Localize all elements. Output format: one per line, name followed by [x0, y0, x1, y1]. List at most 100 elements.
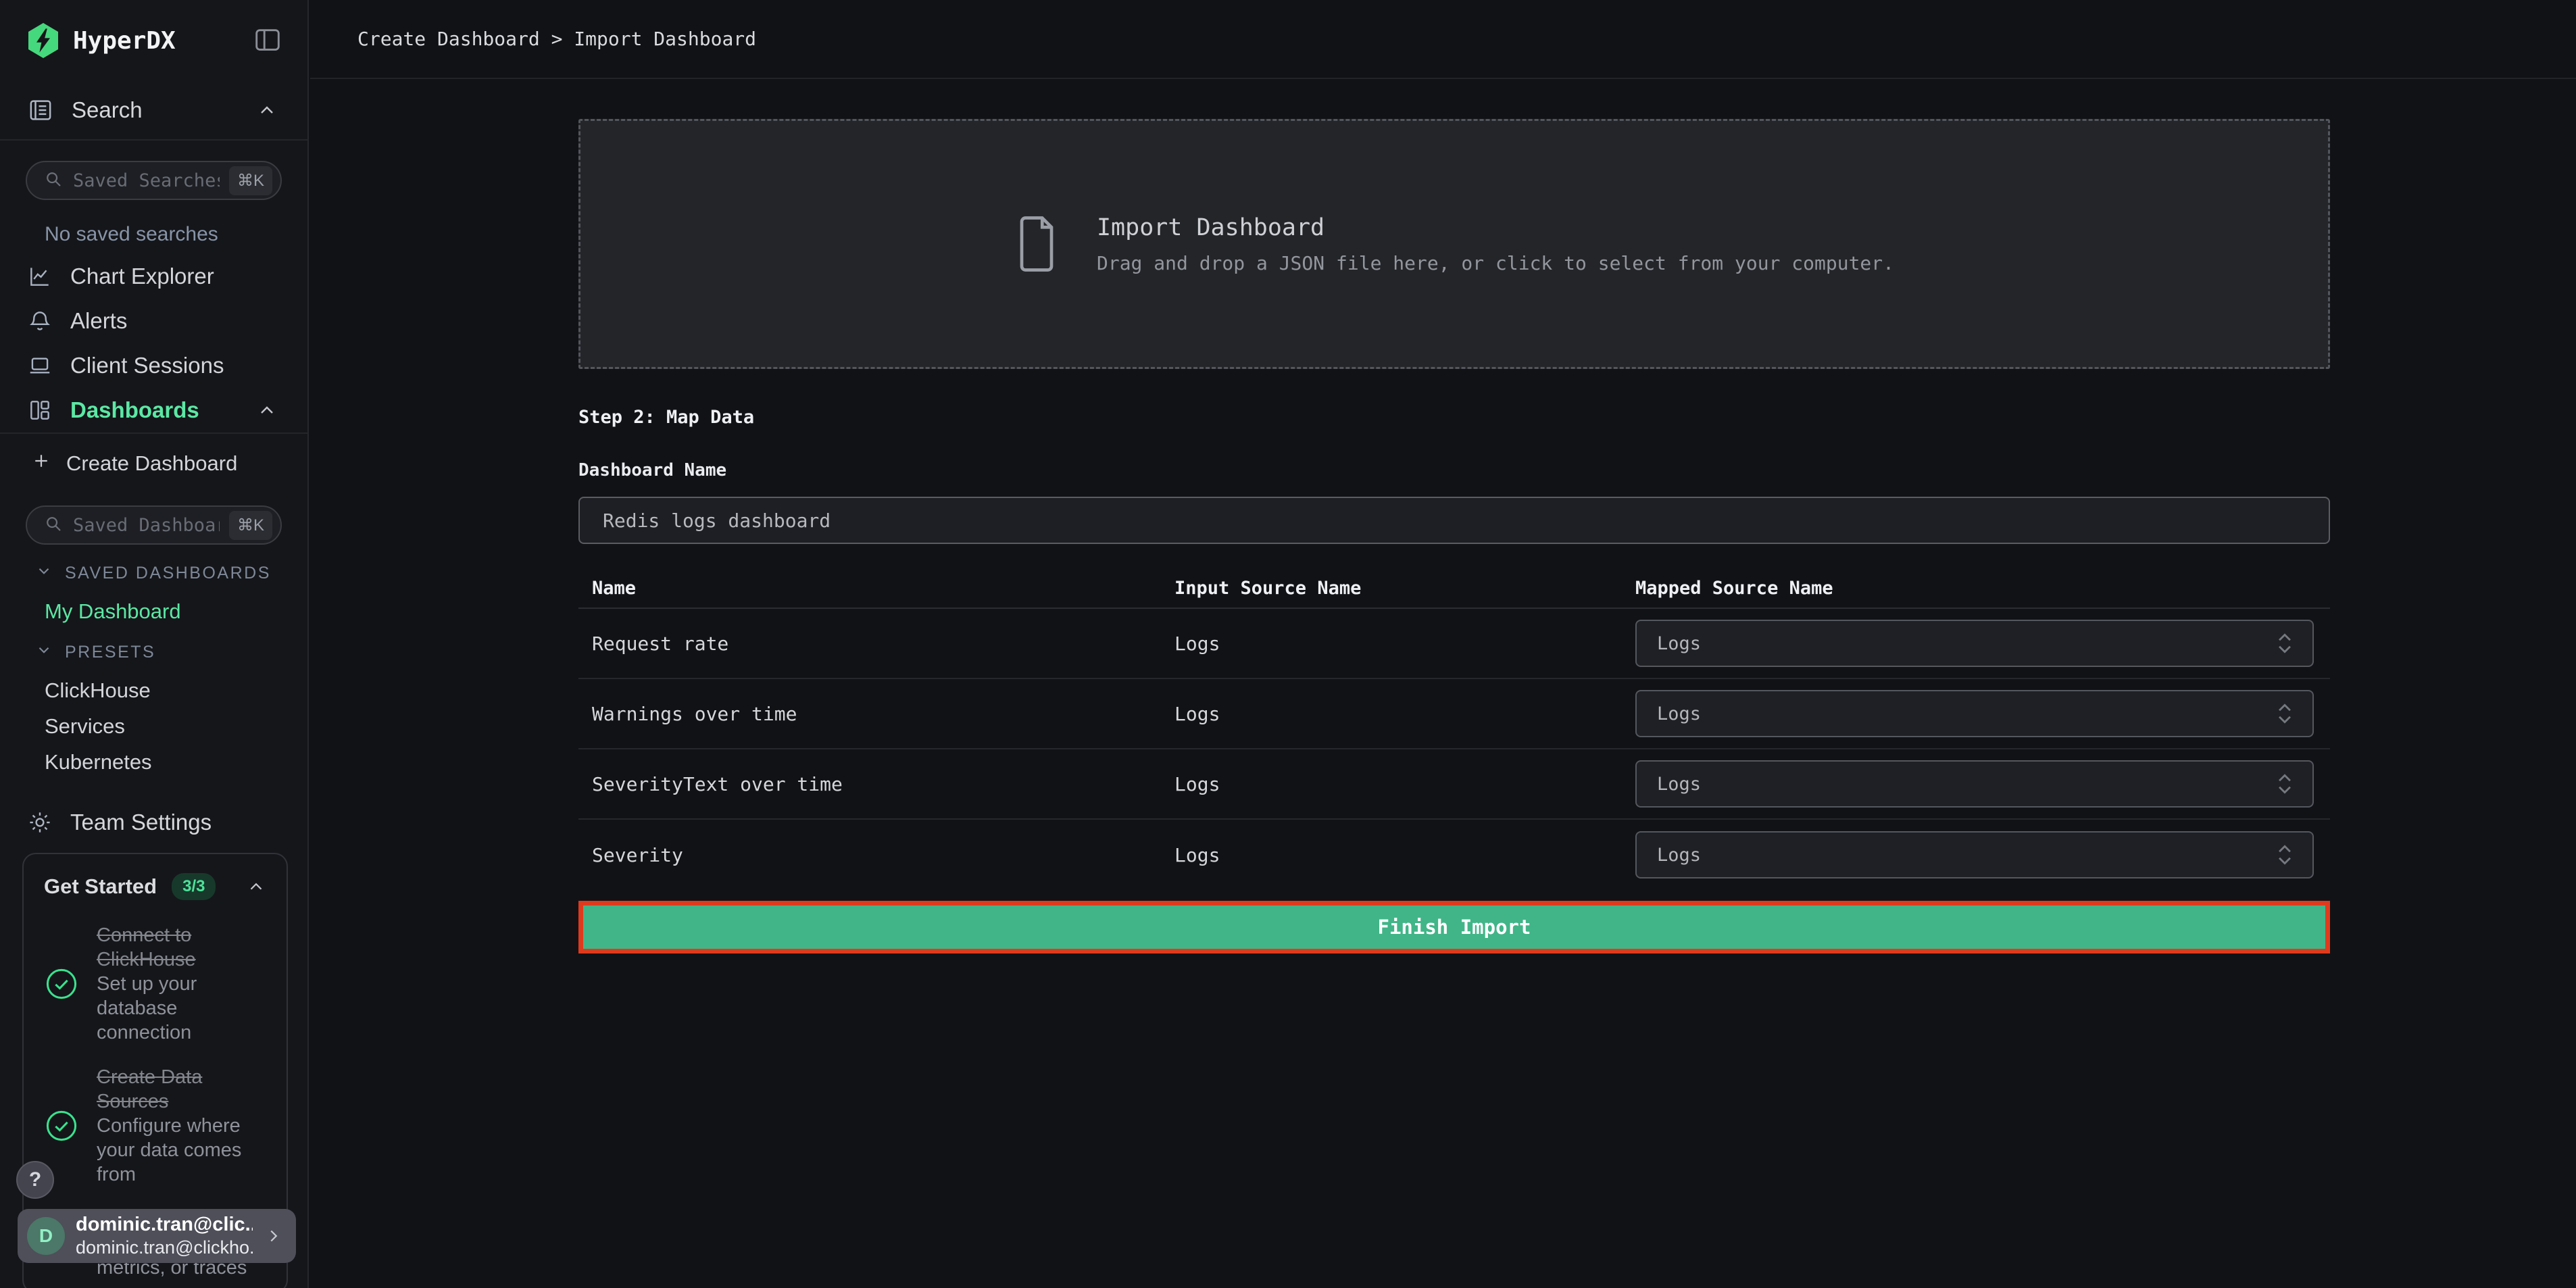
select-chevrons-icon — [2276, 771, 2294, 797]
sidebar-item-kubernetes[interactable]: Kubernetes — [45, 750, 307, 774]
no-saved-searches-text: No saved searches — [45, 223, 307, 246]
dashboard-name-input[interactable] — [578, 497, 2330, 544]
check-circle-icon — [44, 1108, 79, 1143]
get-started-item-title: Create Data Sources — [97, 1066, 202, 1112]
sidebar-item-my-dashboard[interactable]: My Dashboard — [45, 599, 307, 624]
sidebar-collapse-button[interactable] — [252, 24, 283, 57]
presets-heading[interactable]: PRESETS — [35, 641, 307, 664]
get-started-item-connect[interactable]: Connect to ClickHouse Set up your databa… — [44, 923, 266, 1045]
mapped-source-select[interactable]: Logs — [1635, 831, 2314, 878]
mapped-source-select[interactable]: Logs — [1635, 620, 2314, 667]
select-chevrons-icon — [2276, 630, 2294, 656]
chevron-up-icon — [246, 876, 266, 897]
chart-name-cell: Request rate — [578, 633, 1161, 655]
get-started-item-desc: Set up your database connection — [97, 972, 266, 1045]
sidebar-item-label: Alerts — [70, 308, 127, 334]
saved-dashboards-heading[interactable]: SAVED DASHBOARDS — [35, 562, 307, 585]
user-name: dominic.tran@clic... — [76, 1214, 253, 1236]
sidebar-item-team-settings[interactable]: Team Settings — [0, 800, 307, 845]
create-dashboard-button[interactable]: Create Dashboard — [0, 442, 307, 485]
input-source-cell: Logs — [1161, 844, 1622, 866]
sidebar-item-alerts[interactable]: Alerts — [0, 299, 307, 343]
select-chevrons-icon — [2276, 701, 2294, 726]
dropzone-subtitle: Drag and drop a JSON file here, or click… — [1097, 252, 1894, 274]
chevron-right-icon — [264, 1226, 284, 1246]
laptop-icon — [27, 353, 53, 378]
shortcut-badge: ⌘K — [229, 511, 272, 540]
sidebar-item-client-sessions[interactable]: Client Sessions — [0, 343, 307, 388]
column-header-mapped-source: Mapped Source Name — [1622, 578, 2330, 599]
input-source-cell: Logs — [1161, 773, 1622, 795]
search-section-label: Search — [72, 97, 143, 123]
sidebar-item-label: Chart Explorer — [70, 264, 214, 289]
progress-badge: 3/3 — [172, 873, 216, 900]
panel-toggle-icon — [252, 24, 283, 57]
search-icon — [43, 169, 64, 193]
json-dropzone[interactable]: Import Dashboard Drag and drop a JSON fi… — [578, 119, 2330, 369]
logo-row: HyperDX — [0, 0, 307, 81]
column-header-input-source: Input Source Name — [1161, 578, 1622, 599]
chart-name-cell: Severity — [578, 844, 1161, 866]
input-source-cell: Logs — [1161, 633, 1622, 655]
breadcrumb: Create Dashboard > Import Dashboard — [357, 28, 756, 50]
table-row: Severity Logs Logs — [578, 820, 2330, 890]
chart-line-icon — [27, 264, 53, 289]
chart-name-cell: SeverityText over time — [578, 773, 1161, 795]
help-button[interactable]: ? — [16, 1161, 54, 1199]
column-header-name: Name — [578, 578, 1161, 599]
brand-name: HyperDX — [73, 27, 239, 55]
get-started-item-sources[interactable]: Create Data Sources Configure where your… — [44, 1065, 266, 1187]
select-chevrons-icon — [2276, 842, 2294, 868]
saved-searches-searchbox[interactable]: ⌘K — [26, 161, 282, 200]
preset-list: ClickHouse Services Kubernetes — [45, 678, 307, 774]
finish-import-button[interactable]: Finish Import — [578, 901, 2330, 953]
mapped-source-select[interactable]: Logs — [1635, 690, 2314, 737]
sidebar-item-chart-explorer[interactable]: Chart Explorer — [0, 254, 307, 299]
input-source-cell: Logs — [1161, 703, 1622, 725]
table-header-row: Name Input Source Name Mapped Source Nam… — [578, 568, 2330, 609]
gear-icon — [27, 810, 53, 835]
top-bar: Create Dashboard > Import Dashboard — [310, 0, 2576, 79]
get-started-item-desc: Configure where your data comes from — [97, 1114, 266, 1187]
check-circle-icon — [44, 966, 79, 1001]
sidebar-section-search[interactable]: Search — [0, 81, 307, 141]
avatar: D — [27, 1217, 65, 1255]
table-row: Request rate Logs Logs — [578, 609, 2330, 679]
chevron-up-icon — [256, 99, 278, 121]
chevron-down-icon — [35, 641, 53, 664]
get-started-header[interactable]: Get Started 3/3 — [44, 873, 266, 900]
dashboard-name-label: Dashboard Name — [578, 460, 2576, 480]
file-icon — [1014, 215, 1059, 273]
sidebar: HyperDX Search ⌘K No saved searches Char… — [0, 0, 309, 1288]
main-area: Create Dashboard > Import Dashboard Impo… — [310, 0, 2576, 953]
saved-dashboards-input[interactable] — [73, 515, 220, 536]
bell-icon — [27, 308, 53, 334]
create-dashboard-label: Create Dashboard — [66, 451, 237, 476]
user-account-button[interactable]: D dominic.tran@clic... dominic.tran@clic… — [18, 1209, 296, 1263]
chevron-down-icon — [35, 562, 53, 585]
mapped-source-select[interactable]: Logs — [1635, 760, 2314, 808]
saved-dashboards-searchbox[interactable]: ⌘K — [26, 505, 282, 545]
sidebar-item-label: Client Sessions — [70, 353, 224, 378]
sidebar-item-services[interactable]: Services — [45, 714, 307, 739]
get-started-title: Get Started — [44, 874, 157, 899]
table-row: Warnings over time Logs Logs — [578, 679, 2330, 749]
step-heading: Step 2: Map Data — [578, 407, 2576, 428]
import-dashboard-page: Import Dashboard Drag and drop a JSON fi… — [310, 119, 2576, 953]
team-settings-label: Team Settings — [70, 810, 212, 835]
sidebar-item-clickhouse[interactable]: ClickHouse — [45, 678, 307, 703]
search-icon — [43, 514, 64, 537]
dashboard-grid-icon — [27, 397, 53, 423]
search-section-icon — [27, 97, 54, 124]
user-email: dominic.tran@clickho... — [76, 1237, 253, 1258]
plus-icon — [31, 451, 51, 476]
chevron-up-icon — [256, 399, 278, 421]
sidebar-nav: Chart Explorer Alerts Client Sessions Da… — [0, 254, 307, 434]
hyperdx-logo-icon — [27, 23, 59, 58]
shortcut-badge: ⌘K — [229, 166, 272, 195]
dropzone-title: Import Dashboard — [1097, 214, 1894, 241]
chart-name-cell: Warnings over time — [578, 703, 1161, 725]
sidebar-item-dashboards[interactable]: Dashboards — [0, 388, 307, 432]
saved-searches-input[interactable] — [73, 170, 220, 191]
sidebar-item-label: Dashboards — [70, 397, 199, 423]
